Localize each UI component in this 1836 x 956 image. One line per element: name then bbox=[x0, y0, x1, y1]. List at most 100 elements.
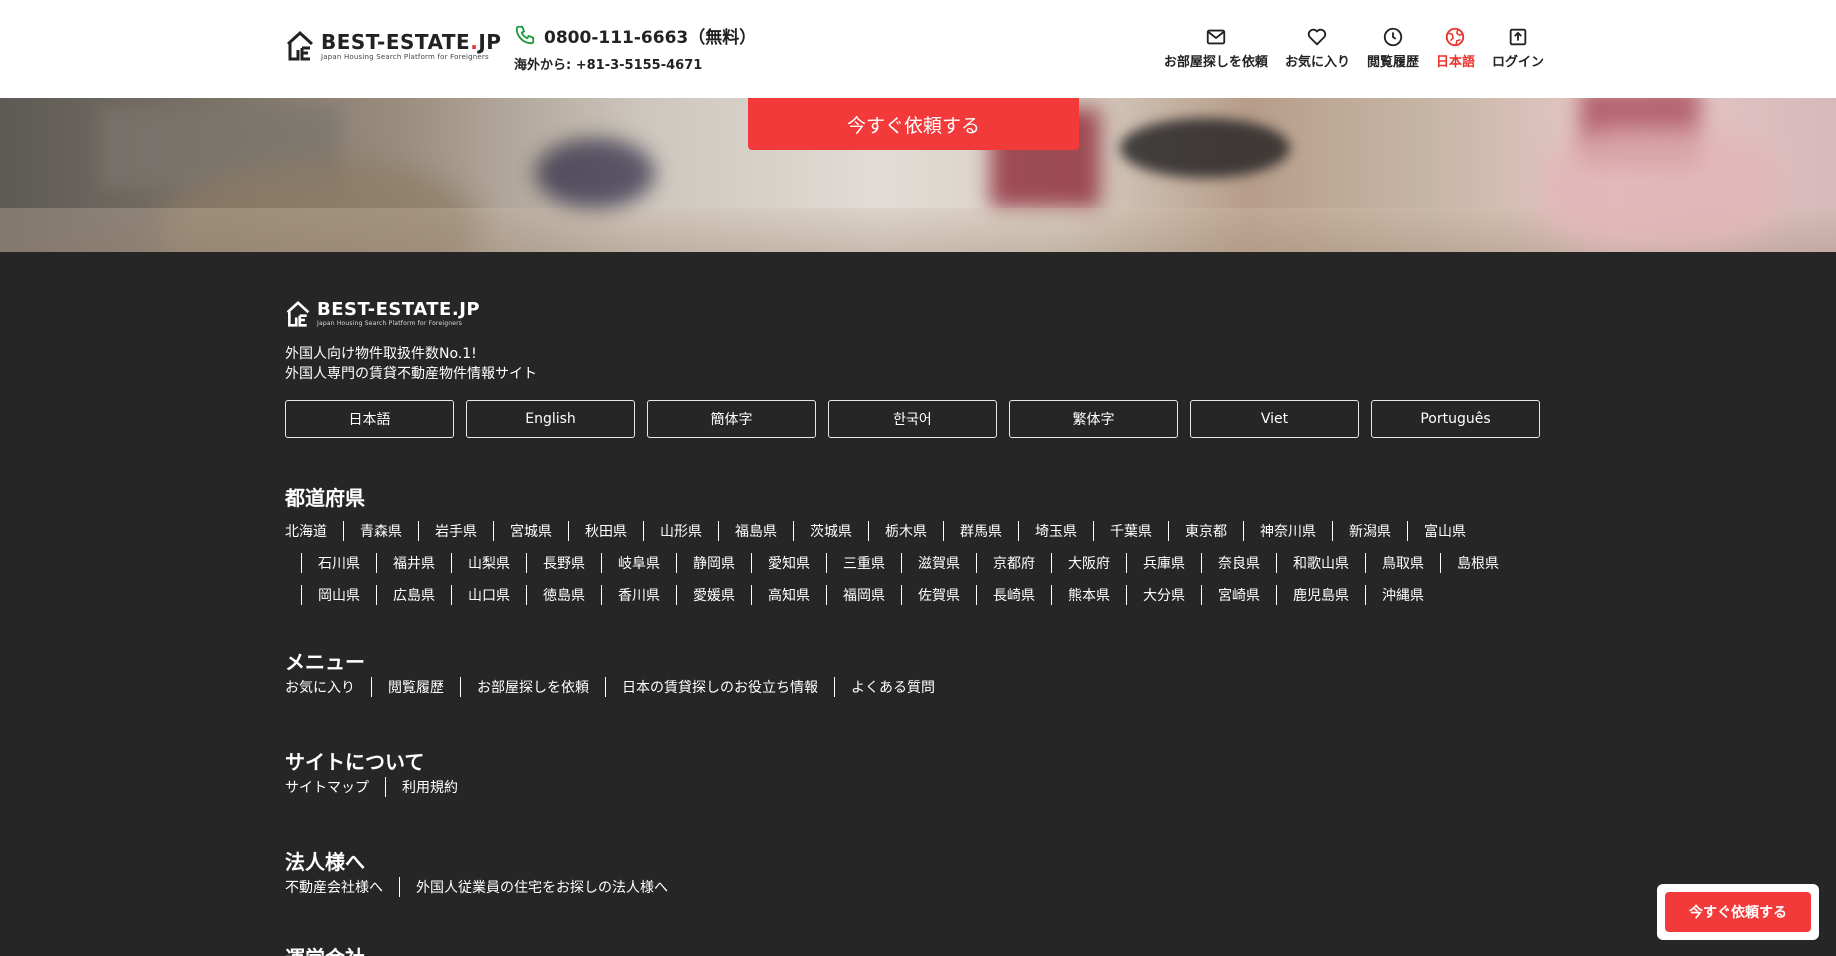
prefecture-link[interactable]: 福岡県 bbox=[843, 585, 885, 605]
link-separator bbox=[376, 553, 377, 573]
prefecture-link[interactable]: 和歌山県 bbox=[1293, 553, 1349, 573]
prefecture-link[interactable]: 香川県 bbox=[618, 585, 660, 605]
link-separator bbox=[676, 585, 677, 605]
prefecture-link[interactable]: 愛知県 bbox=[768, 553, 810, 573]
prefecture-link[interactable]: 青森県 bbox=[360, 521, 402, 541]
prefecture-link[interactable]: 奈良県 bbox=[1218, 553, 1260, 573]
prefecture-link[interactable]: 島根県 bbox=[1457, 553, 1499, 573]
prefecture-link[interactable]: 石川県 bbox=[318, 553, 360, 573]
link-separator bbox=[460, 677, 461, 697]
language-button-pt[interactable]: Português bbox=[1371, 400, 1540, 438]
link-separator bbox=[301, 553, 302, 573]
link-separator bbox=[526, 585, 527, 605]
house-logo-icon bbox=[286, 300, 310, 327]
prefecture-link[interactable]: 兵庫県 bbox=[1143, 553, 1185, 573]
prefecture-link[interactable]: 長崎県 bbox=[993, 585, 1035, 605]
prefecture-link[interactable]: 新潟県 bbox=[1349, 521, 1391, 541]
prefecture-link[interactable]: 大分県 bbox=[1143, 585, 1185, 605]
prefecture-link[interactable]: 福井県 bbox=[393, 553, 435, 573]
language-button-vi[interactable]: Viet bbox=[1190, 400, 1359, 438]
logo-title: BEST-ESTATE.JP bbox=[317, 299, 481, 320]
floating-request-button[interactable]: 今すぐ依頼する bbox=[1665, 892, 1811, 932]
footer-link[interactable]: サイトマップ bbox=[285, 777, 369, 797]
footer-link[interactable]: 閲覧履歴 bbox=[388, 677, 444, 697]
prefecture-link[interactable]: 千葉県 bbox=[1110, 521, 1152, 541]
prefecture-link[interactable]: 愛媛県 bbox=[693, 585, 735, 605]
nav-request-room[interactable]: お部屋探しを依頼 bbox=[1164, 26, 1268, 70]
footer-link[interactable]: よくある質問 bbox=[851, 677, 935, 697]
nav-login[interactable]: ログイン bbox=[1492, 26, 1544, 70]
prefecture-link[interactable]: 徳島県 bbox=[543, 585, 585, 605]
prefecture-link[interactable]: 秋田県 bbox=[585, 521, 627, 541]
prefecture-link[interactable]: 静岡県 bbox=[693, 553, 735, 573]
prefecture-link[interactable]: 岡山県 bbox=[318, 585, 360, 605]
link-separator bbox=[1276, 585, 1277, 605]
link-separator bbox=[605, 677, 606, 697]
nav-history[interactable]: 閲覧履歴 bbox=[1367, 26, 1419, 70]
corporate-heading: 法人様へ bbox=[285, 850, 365, 874]
prefecture-link[interactable]: 山形県 bbox=[660, 521, 702, 541]
prefecture-link[interactable]: 群馬県 bbox=[960, 521, 1002, 541]
globe-icon bbox=[1446, 27, 1465, 47]
link-separator bbox=[1407, 521, 1408, 541]
language-button-ja[interactable]: 日本語 bbox=[285, 400, 454, 438]
prefecture-link[interactable]: 茨城県 bbox=[810, 521, 852, 541]
prefecture-link[interactable]: 広島県 bbox=[393, 585, 435, 605]
nav-language[interactable]: 日本語 bbox=[1436, 26, 1475, 70]
footer-link[interactable]: 日本の賃貸探しのお役立ち情報 bbox=[622, 677, 818, 697]
link-separator bbox=[376, 585, 377, 605]
link-separator bbox=[1440, 553, 1441, 573]
footer-logo[interactable]: BEST-ESTATE.JP Japan Housing Search Plat… bbox=[285, 300, 480, 328]
prefecture-link[interactable]: 岐阜県 bbox=[618, 553, 660, 573]
footer-link[interactable]: 不動産会社様へ bbox=[285, 877, 383, 897]
link-separator bbox=[1126, 553, 1127, 573]
prefecture-link[interactable]: 神奈川県 bbox=[1260, 521, 1316, 541]
prefecture-link[interactable]: 滋賀県 bbox=[918, 553, 960, 573]
prefecture-link[interactable]: 佐賀県 bbox=[918, 585, 960, 605]
prefecture-link[interactable]: 高知県 bbox=[768, 585, 810, 605]
prefecture-link[interactable]: 大阪府 bbox=[1068, 553, 1110, 573]
link-separator bbox=[976, 553, 977, 573]
prefecture-link[interactable]: 宮城県 bbox=[510, 521, 552, 541]
phone-number[interactable]: 0800-111-6663（無料） bbox=[514, 22, 756, 48]
prefecture-link[interactable]: 長野県 bbox=[543, 553, 585, 573]
prefecture-link[interactable]: 山口県 bbox=[468, 585, 510, 605]
login-icon bbox=[1509, 28, 1527, 46]
logo-subtitle: Japan Housing Search Platform for Foreig… bbox=[317, 320, 463, 327]
language-button-en[interactable]: English bbox=[466, 400, 635, 438]
prefecture-link[interactable]: 沖縄県 bbox=[1382, 585, 1424, 605]
prefecture-link[interactable]: 岩手県 bbox=[435, 521, 477, 541]
prefecture-link[interactable]: 宮崎県 bbox=[1218, 585, 1260, 605]
footer-link[interactable]: 外国人従業員の住宅をお探しの法人様へ bbox=[416, 877, 668, 897]
footer-link[interactable]: お気に入り bbox=[285, 677, 355, 697]
prefecture-link[interactable]: 北海道 bbox=[285, 521, 327, 541]
prefecture-link[interactable]: 埼玉県 bbox=[1035, 521, 1077, 541]
link-separator bbox=[901, 553, 902, 573]
page: BEST-ESTATE.JP Japan Housing Search Plat… bbox=[0, 0, 1836, 956]
corporate-links: 不動産会社様へ 外国人従業員の住宅をお探しの法人様へ bbox=[285, 877, 668, 897]
link-separator bbox=[601, 553, 602, 573]
header-logo[interactable]: BEST-ESTATE.JP Japan Housing Search Plat… bbox=[285, 30, 501, 62]
tagline-line: 外国人向け物件取扱件数No.1! bbox=[285, 346, 477, 362]
prefecture-link[interactable]: 富山県 bbox=[1424, 521, 1466, 541]
language-button-zh-hant[interactable]: 繁体字 bbox=[1009, 400, 1178, 438]
link-separator bbox=[1051, 553, 1052, 573]
link-separator bbox=[1168, 521, 1169, 541]
prefecture-link[interactable]: 鳥取県 bbox=[1382, 553, 1424, 573]
prefecture-link[interactable]: 熊本県 bbox=[1068, 585, 1110, 605]
footer-link[interactable]: お部屋探しを依頼 bbox=[477, 677, 589, 697]
language-button-zh-hans[interactable]: 簡体字 bbox=[647, 400, 816, 438]
language-button-ko[interactable]: 한국어 bbox=[828, 400, 997, 438]
site-footer: BEST-ESTATE.JP Japan Housing Search Plat… bbox=[0, 252, 1836, 956]
hero-request-button[interactable]: 今すぐ依頼する bbox=[748, 98, 1079, 150]
link-separator bbox=[751, 553, 752, 573]
prefecture-link[interactable]: 京都府 bbox=[993, 553, 1035, 573]
prefecture-link[interactable]: 山梨県 bbox=[468, 553, 510, 573]
nav-favorites[interactable]: お気に入り bbox=[1285, 26, 1350, 70]
prefecture-link[interactable]: 福島県 bbox=[735, 521, 777, 541]
prefecture-link[interactable]: 鹿児島県 bbox=[1293, 585, 1349, 605]
prefecture-link[interactable]: 東京都 bbox=[1185, 521, 1227, 541]
prefecture-link[interactable]: 栃木県 bbox=[885, 521, 927, 541]
footer-link[interactable]: 利用規約 bbox=[402, 777, 458, 797]
prefecture-link[interactable]: 三重県 bbox=[843, 553, 885, 573]
